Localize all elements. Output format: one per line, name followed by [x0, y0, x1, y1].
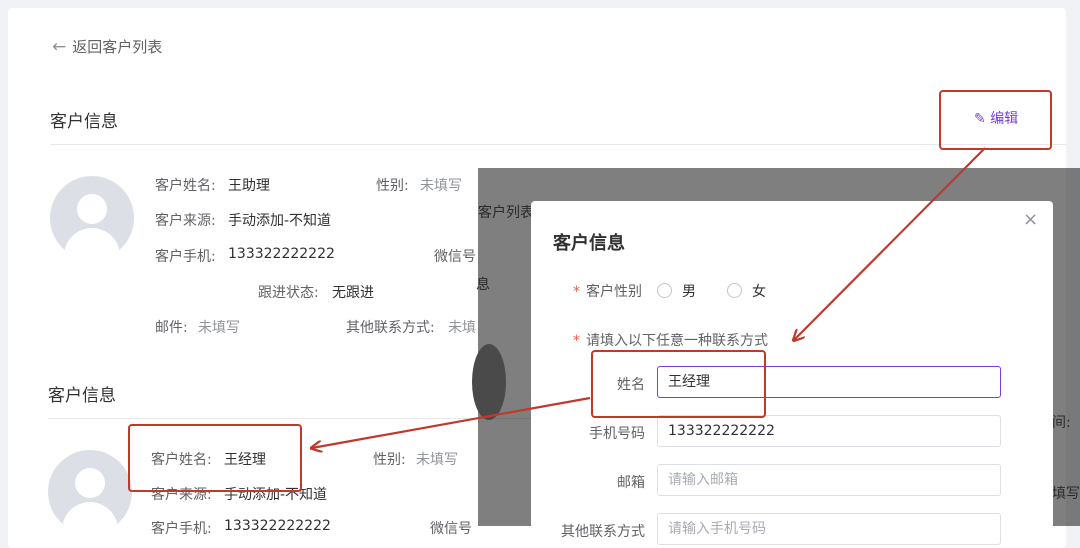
annotation-arrows — [0, 147, 986, 526]
annotation-arrow — [312, 396, 591, 448]
annotation-arrow — [794, 147, 986, 340]
